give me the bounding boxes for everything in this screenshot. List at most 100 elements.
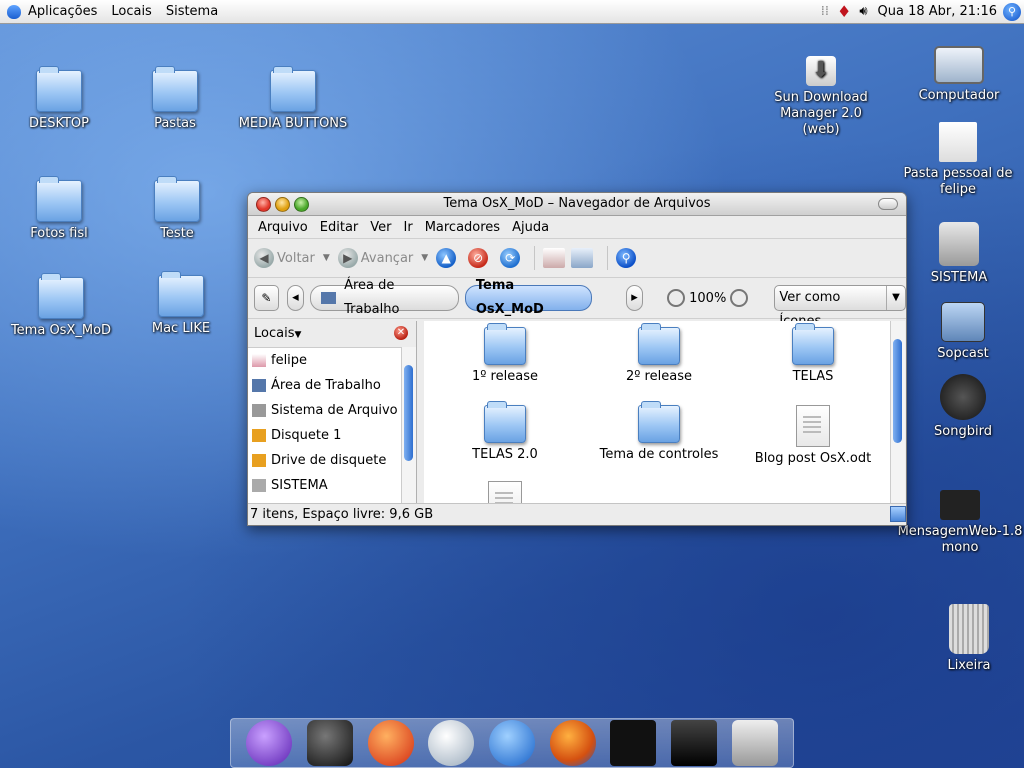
desktop-icon-songbird[interactable]: Songbird: [908, 374, 1018, 440]
stop-icon[interactable]: ⊘: [468, 248, 489, 268]
icon-view: 1º release 2º release TELAS TELAS 2.0 Te…: [424, 321, 905, 523]
chevron-down-icon[interactable]: ▼: [323, 253, 330, 263]
menu-arquivo[interactable]: Arquivo: [252, 220, 314, 235]
file-item[interactable]: 1º release: [430, 323, 580, 384]
forward-arrow-icon: ▶: [337, 248, 358, 268]
desktop-icon-fotos-fisl[interactable]: Fotos fisl: [4, 176, 114, 242]
up-arrow-icon[interactable]: ▲: [436, 248, 457, 268]
folder-icon: [154, 176, 200, 222]
floppy-icon: [252, 454, 266, 467]
menu-locais[interactable]: Locais: [104, 0, 158, 23]
icon-view-scrollbar[interactable]: [890, 321, 905, 504]
zoom-level[interactable]: 100%: [689, 291, 726, 306]
file-item[interactable]: Blog post OsX.odt: [738, 405, 888, 466]
forward-button-label: Avançar: [360, 250, 414, 266]
firefox-icon[interactable]: [549, 720, 596, 766]
window-minimize-button[interactable]: [275, 197, 290, 212]
apple-menu-icon[interactable]: [7, 4, 21, 19]
side-item-label: SISTEMA: [271, 478, 328, 493]
zoom-out-icon[interactable]: [667, 289, 686, 307]
desktop-icon-label: Pasta pessoal de felipe: [903, 166, 1013, 197]
desktop-icon-teste[interactable]: Teste: [122, 176, 232, 242]
forward-button[interactable]: ▶ Avançar ▼: [337, 248, 428, 268]
home-icon[interactable]: [543, 248, 566, 268]
desktop-icon-media-buttons[interactable]: MEDIA BUTTONS: [238, 66, 348, 132]
file-item[interactable]: TELAS: [738, 323, 888, 384]
back-button[interactable]: ◀ Voltar ▼: [254, 248, 330, 268]
terminal-icon[interactable]: [670, 720, 717, 766]
reload-icon[interactable]: ⟳: [500, 248, 521, 268]
document-icon: [796, 405, 830, 447]
desktop-icon-sistema[interactable]: SISTEMA: [904, 222, 1014, 286]
window-titlebar[interactable]: Tema OsX_MoD – Navegador de Arquivos: [248, 193, 906, 216]
burner-icon[interactable]: [367, 720, 414, 766]
side-item-area-de-trabalho[interactable]: Área de Trabalho: [248, 373, 416, 398]
menu-ver[interactable]: Ver: [364, 220, 397, 235]
edit-location-button[interactable]: ✎: [254, 285, 279, 311]
file-label: Blog post OsX.odt: [754, 451, 872, 466]
path-right-button[interactable]: ▸: [625, 285, 644, 311]
drag-handle-icon[interactable]: ⁞⁞: [821, 4, 829, 19]
desktop-icon-pastas[interactable]: Pastas: [120, 66, 230, 132]
file-label: TELAS: [792, 369, 834, 384]
folder-icon: [484, 323, 526, 365]
real-player-icon[interactable]: [610, 720, 657, 766]
toolbar-separator: [534, 246, 536, 270]
desktop-icon-sun-download-manager[interactable]: ⬇ Sun Download Manager 2.0 (web): [760, 56, 882, 138]
side-item-disquete-1[interactable]: Disquete 1: [248, 423, 416, 448]
window-shade-button[interactable]: [878, 198, 898, 210]
clock[interactable]: Qua 18 Abr, 21:16: [872, 4, 1003, 19]
desktop-icon-sopcast[interactable]: Sopcast: [908, 302, 1018, 362]
desktop-icon-tema-osx-mod[interactable]: Tema OsX_MoD: [6, 273, 116, 339]
view-mode-select[interactable]: Ver como Ícones ▼: [774, 285, 906, 329]
volume-icon[interactable]: 🔊︎: [859, 4, 867, 19]
itunes-icon[interactable]: [428, 720, 475, 766]
desktop-icon-label: SISTEMA: [930, 270, 988, 285]
file-item[interactable]: Tema de controles: [584, 401, 734, 462]
side-item-drive-de-disquete[interactable]: Drive de disquete: [248, 448, 416, 473]
window-maximize-button[interactable]: [294, 197, 309, 212]
harddisk-icon[interactable]: [731, 720, 778, 766]
desktop-icon-lixeira[interactable]: Lixeira: [914, 604, 1024, 674]
close-icon[interactable]: ✕: [394, 326, 408, 340]
file-item[interactable]: TELAS 2.0: [430, 401, 580, 462]
desktop-icon-label: Fotos fisl: [30, 226, 88, 241]
scrollbar-thumb[interactable]: [893, 339, 902, 443]
ruby-icon[interactable]: ♦: [837, 2, 851, 21]
search-icon[interactable]: ⚲: [1003, 2, 1021, 21]
desktop-icon-pasta-pessoal[interactable]: Pasta pessoal de felipe: [898, 122, 1018, 198]
dock: [230, 718, 794, 768]
side-item-label: Disquete 1: [271, 428, 342, 443]
breadcrumb-current[interactable]: Tema OsX_MoD: [464, 278, 592, 317]
menu-aplicacoes[interactable]: Aplicações: [21, 0, 104, 23]
menu-ajuda[interactable]: Ajuda: [506, 220, 555, 235]
breadcrumb-area-de-trabalho[interactable]: Área de Trabalho: [309, 278, 459, 317]
side-pane-scrollbar[interactable]: [401, 347, 416, 504]
side-item-sistema[interactable]: SISTEMA: [248, 473, 416, 498]
desktop-icon-mac-like[interactable]: Mac LIKE: [126, 271, 236, 337]
menu-sistema[interactable]: Sistema: [159, 0, 225, 23]
menu-editar[interactable]: Editar: [314, 220, 365, 235]
file-item[interactable]: 2º release: [584, 323, 734, 384]
side-item-sistema-de-arquivo[interactable]: Sistema de Arquivo: [248, 398, 416, 423]
side-pane-header[interactable]: Locais▼ ✕: [248, 321, 416, 348]
chat-icon[interactable]: [246, 720, 293, 766]
computer-icon[interactable]: [571, 248, 594, 268]
side-item-felipe[interactable]: felipe: [248, 348, 416, 373]
chevron-down-icon[interactable]: ▼: [421, 253, 428, 263]
search-icon[interactable]: ⚲: [616, 248, 637, 268]
menu-ir[interactable]: Ir: [398, 220, 419, 235]
folder-icon: [792, 323, 834, 365]
window-close-button[interactable]: [256, 197, 271, 212]
camera-icon[interactable]: [306, 720, 353, 766]
zoom-in-icon[interactable]: [730, 289, 749, 307]
resize-grip-icon[interactable]: [890, 506, 906, 522]
mail-icon[interactable]: [488, 720, 535, 766]
desktop-icon-desktop[interactable]: DESKTOP: [4, 66, 114, 132]
zoom-control: 100%: [663, 289, 752, 307]
desktop-icon-computador[interactable]: Computador: [904, 46, 1014, 104]
path-left-button[interactable]: ◂: [286, 285, 304, 311]
scrollbar-thumb[interactable]: [404, 365, 413, 461]
desktop-icon-mensagemweb[interactable]: MensagemWeb-1.8 mono: [896, 490, 1024, 556]
menu-marcadores[interactable]: Marcadores: [419, 220, 506, 235]
